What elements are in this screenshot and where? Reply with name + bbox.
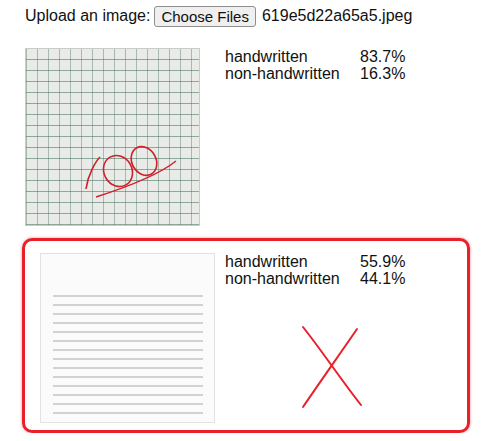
- classifier-page: Upload an image:Choose Files 619e5d22a65a…: [0, 0, 496, 433]
- image-thumbnail: [25, 48, 200, 226]
- prediction-value: 16.3%: [360, 65, 405, 82]
- prediction-table: handwritten83.7%non-handwritten16.3%: [225, 48, 405, 82]
- result-row: handwritten83.7%non-handwritten16.3%: [25, 48, 472, 226]
- upload-row: Upload an image:Choose Files 619e5d22a65a…: [25, 4, 472, 28]
- prediction-value: 83.7%: [360, 48, 405, 65]
- prediction-table: handwritten55.9%non-handwritten44.1%: [225, 253, 405, 287]
- file-name: 619e5d22a65a5.jpeg: [262, 7, 412, 25]
- prediction-value: 44.1%: [360, 270, 405, 287]
- result-row: handwritten55.9%non-handwritten44.1%: [22, 238, 470, 433]
- prediction-label: non-handwritten: [225, 65, 360, 82]
- image-thumbnail: [40, 253, 215, 423]
- prediction-label: non-handwritten: [225, 270, 360, 287]
- prediction-value: 55.9%: [360, 253, 405, 270]
- prediction-label: handwritten: [225, 253, 360, 270]
- choose-files-button[interactable]: Choose Files: [154, 6, 256, 27]
- prediction-panel: handwritten55.9%non-handwritten44.1%: [225, 253, 405, 411]
- prediction-label: handwritten: [225, 48, 360, 65]
- prediction-panel: handwritten83.7%non-handwritten16.3%: [225, 48, 405, 82]
- red-ink-mark-icon: [26, 49, 201, 227]
- upload-label: Upload an image:: [25, 7, 150, 25]
- red-cross-icon: [297, 321, 367, 411]
